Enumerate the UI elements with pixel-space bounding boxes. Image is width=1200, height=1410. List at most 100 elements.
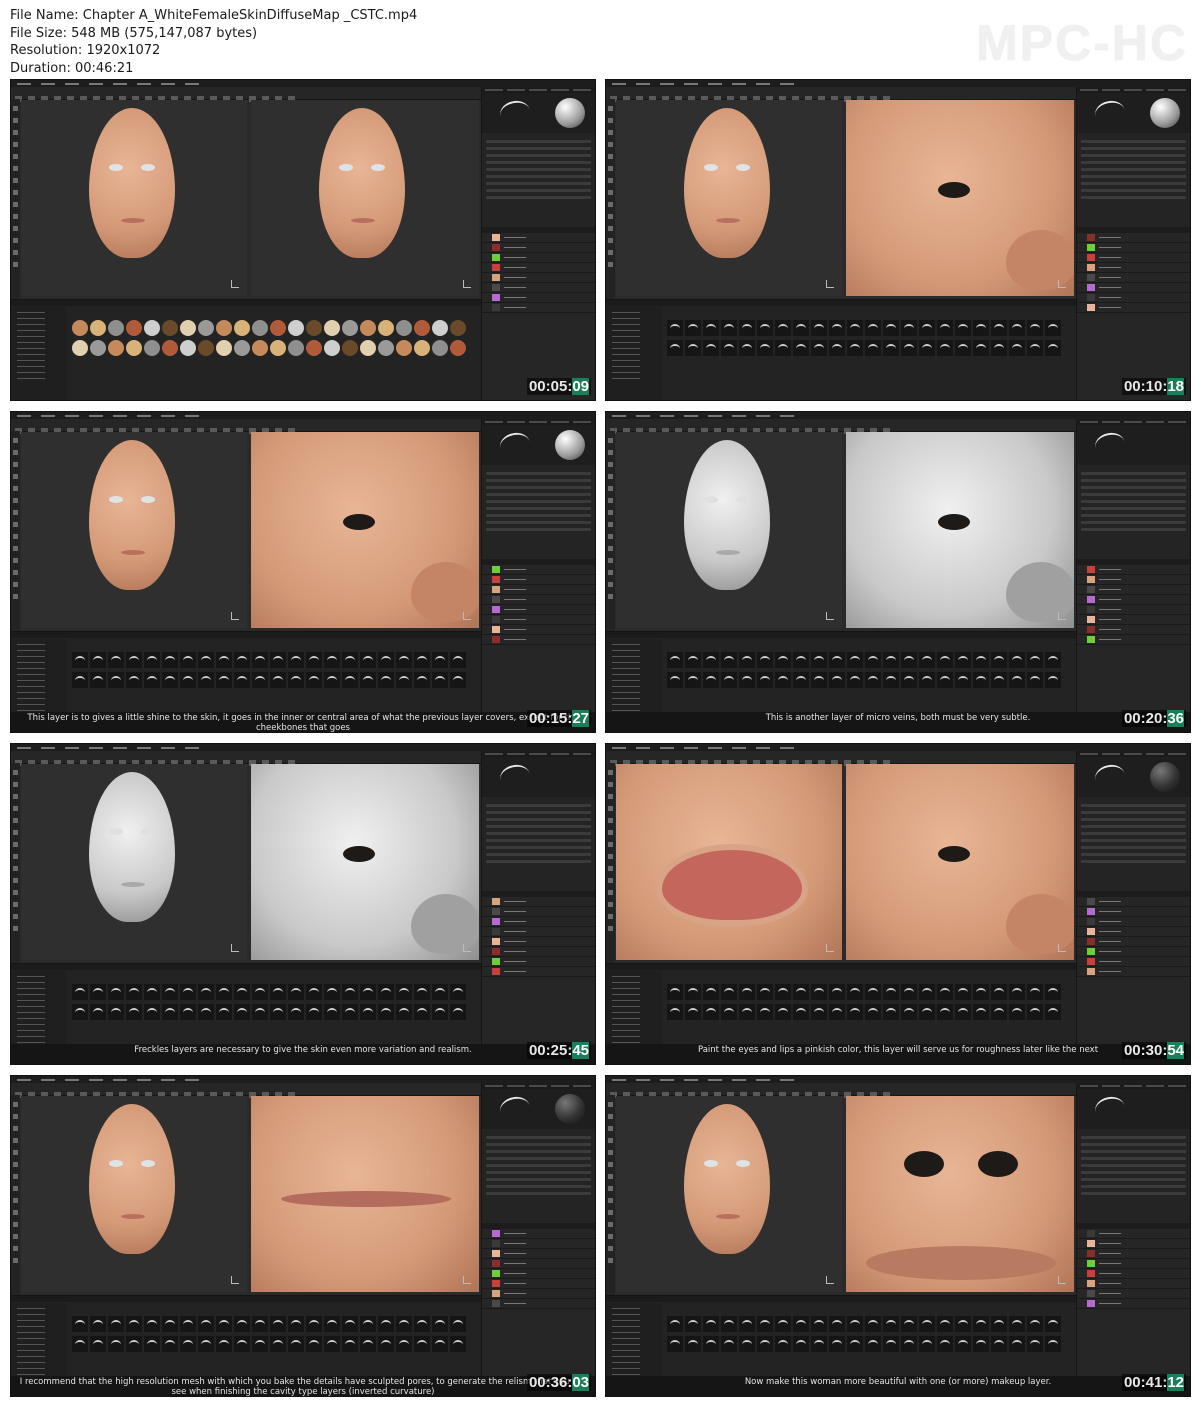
- menu-item[interactable]: [17, 83, 31, 85]
- material-item[interactable]: [72, 320, 88, 336]
- layer-row[interactable]: [482, 605, 595, 615]
- property-slider[interactable]: [486, 839, 591, 842]
- menu-item[interactable]: [636, 83, 650, 85]
- tool-icon[interactable]: [13, 202, 18, 207]
- brush-item[interactable]: [793, 652, 809, 668]
- tool-icon[interactable]: [13, 582, 18, 587]
- tool-icon[interactable]: [608, 818, 613, 823]
- shelf-category[interactable]: [17, 1000, 45, 1001]
- menu-item[interactable]: [161, 83, 175, 85]
- property-slider[interactable]: [1081, 514, 1186, 517]
- brush-item[interactable]: [865, 984, 881, 1000]
- tool-icon[interactable]: [13, 1174, 18, 1179]
- property-slider[interactable]: [486, 818, 591, 821]
- brush-item[interactable]: [108, 652, 124, 668]
- panel-tab[interactable]: [1146, 421, 1164, 423]
- brush-item[interactable]: [883, 1004, 899, 1020]
- tool-icon[interactable]: [13, 438, 18, 443]
- tool-icon[interactable]: [13, 1150, 18, 1155]
- menu-item[interactable]: [185, 1079, 199, 1081]
- brush-item[interactable]: [1027, 1316, 1043, 1332]
- menu-item[interactable]: [732, 415, 746, 417]
- brush-item[interactable]: [342, 984, 358, 1000]
- tool-icon[interactable]: [13, 914, 18, 919]
- brush-item[interactable]: [234, 1316, 250, 1332]
- menu-item[interactable]: [185, 747, 199, 749]
- brush-item[interactable]: [144, 652, 160, 668]
- brush-item[interactable]: [270, 1336, 286, 1352]
- brush-item[interactable]: [360, 1336, 376, 1352]
- shelf-category[interactable]: [17, 342, 45, 343]
- shelf-category[interactable]: [17, 644, 45, 645]
- brush-item[interactable]: [991, 984, 1007, 1000]
- menu-item[interactable]: [660, 1079, 674, 1081]
- shelf-category[interactable]: [17, 1030, 45, 1031]
- property-slider[interactable]: [486, 804, 591, 807]
- 3d-viewport[interactable]: [21, 432, 247, 628]
- 2d-viewport[interactable]: [251, 432, 479, 628]
- menu-item[interactable]: [732, 747, 746, 749]
- layer-row[interactable]: [482, 575, 595, 585]
- layer-row[interactable]: [1077, 273, 1190, 283]
- brush-item[interactable]: [252, 1316, 268, 1332]
- shelf-category[interactable]: [612, 324, 640, 325]
- menu-item[interactable]: [161, 1079, 175, 1081]
- brush-item[interactable]: [396, 1336, 412, 1352]
- menu-item[interactable]: [684, 1079, 698, 1081]
- brush-item[interactable]: [703, 1316, 719, 1332]
- property-slider[interactable]: [1081, 860, 1186, 863]
- tool-icon[interactable]: [608, 118, 613, 123]
- material-item[interactable]: [414, 340, 430, 356]
- material-item[interactable]: [72, 340, 88, 356]
- tool-icon[interactable]: [608, 498, 613, 503]
- menu-item[interactable]: [17, 1079, 31, 1081]
- brush-item[interactable]: [162, 984, 178, 1000]
- layer-row[interactable]: [1077, 897, 1190, 907]
- panel-tab[interactable]: [1168, 753, 1186, 755]
- brush-item[interactable]: [450, 672, 466, 688]
- tool-icon[interactable]: [13, 130, 18, 135]
- layer-row[interactable]: [1077, 605, 1190, 615]
- menu-item[interactable]: [780, 747, 794, 749]
- tool-icon[interactable]: [13, 142, 18, 147]
- layer-row[interactable]: [1077, 595, 1190, 605]
- brush-item[interactable]: [108, 672, 124, 688]
- property-slider[interactable]: [486, 147, 591, 150]
- brush-item[interactable]: [360, 652, 376, 668]
- shelf-category[interactable]: [17, 1018, 45, 1019]
- shelf-category[interactable]: [612, 312, 640, 313]
- layer-row[interactable]: [482, 615, 595, 625]
- tool-icon[interactable]: [608, 842, 613, 847]
- brush-item[interactable]: [396, 984, 412, 1000]
- material-item[interactable]: [270, 320, 286, 336]
- shelf-category[interactable]: [17, 710, 45, 711]
- shelf-category[interactable]: [612, 698, 640, 699]
- shelf-category[interactable]: [612, 1018, 640, 1019]
- brush-item[interactable]: [847, 320, 863, 336]
- brush-item[interactable]: [865, 320, 881, 336]
- brush-item[interactable]: [180, 672, 196, 688]
- tool-icon[interactable]: [608, 250, 613, 255]
- shelf-category[interactable]: [17, 674, 45, 675]
- property-slider[interactable]: [1081, 493, 1186, 496]
- brush-item[interactable]: [901, 652, 917, 668]
- menu-item[interactable]: [636, 747, 650, 749]
- shelf-category[interactable]: [17, 354, 45, 355]
- brush-item[interactable]: [216, 672, 232, 688]
- shelf-category[interactable]: [17, 656, 45, 657]
- tool-icon[interactable]: [608, 1234, 613, 1239]
- menu-item[interactable]: [660, 415, 674, 417]
- brush-item[interactable]: [811, 1004, 827, 1020]
- tool-icon[interactable]: [13, 154, 18, 159]
- brush-item[interactable]: [703, 652, 719, 668]
- brush-item[interactable]: [360, 1316, 376, 1332]
- brush-item[interactable]: [991, 652, 1007, 668]
- brush-item[interactable]: [721, 1316, 737, 1332]
- property-slider[interactable]: [486, 493, 591, 496]
- material-item[interactable]: [144, 340, 160, 356]
- tool-icon[interactable]: [13, 1246, 18, 1251]
- brush-item[interactable]: [991, 1316, 1007, 1332]
- menu-item[interactable]: [89, 415, 103, 417]
- brush-item[interactable]: [342, 652, 358, 668]
- property-slider[interactable]: [486, 168, 591, 171]
